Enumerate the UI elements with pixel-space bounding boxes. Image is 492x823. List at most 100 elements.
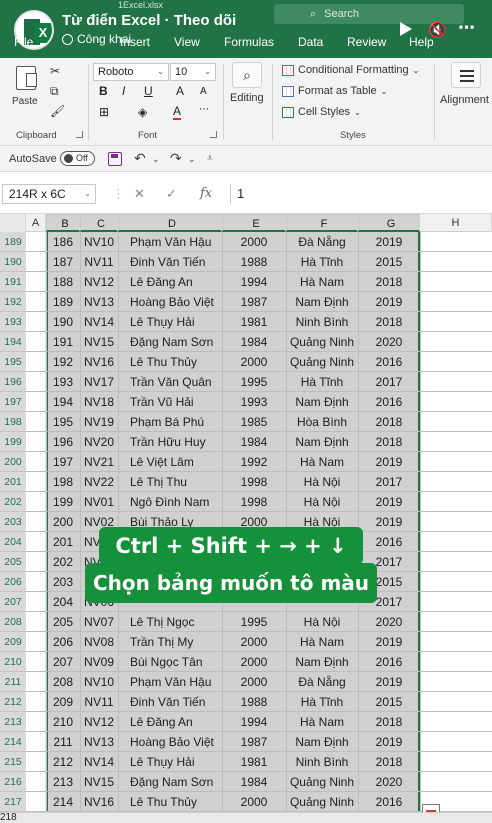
cell-f[interactable]: Hà Nam: [286, 712, 358, 732]
cell-g[interactable]: 2016: [358, 792, 420, 812]
tab-help[interactable]: Help: [409, 35, 434, 49]
cell-e[interactable]: 2000: [222, 652, 286, 672]
tab-review[interactable]: Review: [347, 35, 386, 49]
cell-b[interactable]: 204: [46, 592, 80, 612]
grow-font-button[interactable]: A: [176, 84, 184, 98]
font-size-select[interactable]: 10 ⌄: [170, 63, 216, 81]
cell-f[interactable]: Nam Định: [286, 432, 358, 452]
cell-d[interactable]: Đinh Văn Tiến: [130, 252, 222, 272]
autosave-toggle[interactable]: Off: [60, 151, 95, 166]
cell-b[interactable]: 188: [46, 272, 80, 292]
row-header[interactable]: 212: [0, 692, 26, 712]
cell-f[interactable]: Hà Tĩnh: [286, 692, 358, 712]
cell-b[interactable]: 198: [46, 472, 80, 492]
name-box[interactable]: 214R x 6C ⌄: [2, 184, 96, 204]
cell-c[interactable]: NV13: [80, 732, 118, 752]
cell-e[interactable]: 1994: [222, 712, 286, 732]
cell-c[interactable]: NV13: [80, 292, 118, 312]
cell-c[interactable]: NV18: [80, 392, 118, 412]
cell-g[interactable]: 2019: [358, 452, 420, 472]
bold-button[interactable]: B: [99, 84, 108, 98]
cell-d[interactable]: Lê Thu Thủy: [130, 792, 222, 812]
cell-b[interactable]: 187: [46, 252, 80, 272]
cell-e[interactable]: 1995: [222, 612, 286, 632]
row-header[interactable]: 205: [0, 552, 26, 572]
cell-e[interactable]: 1988: [222, 692, 286, 712]
redo-icon[interactable]: ↷: [170, 150, 182, 167]
column-header-c[interactable]: C: [80, 214, 118, 232]
cell-g[interactable]: 2015: [358, 692, 420, 712]
cell-d[interactable]: Lê Việt Lâm: [130, 452, 222, 472]
cell-b[interactable]: 209: [46, 692, 80, 712]
cell-c[interactable]: NV16: [80, 352, 118, 372]
cell-g[interactable]: 2016: [358, 352, 420, 372]
cell-f[interactable]: Nam Định: [286, 392, 358, 412]
tab-data[interactable]: Data: [298, 35, 323, 49]
row-header[interactable]: 199: [0, 432, 26, 452]
cell-f[interactable]: Ninh Bình: [286, 752, 358, 772]
save-icon[interactable]: [108, 152, 122, 166]
row-header[interactable]: 195: [0, 352, 26, 372]
row-header[interactable]: 208: [0, 612, 26, 632]
cell-c[interactable]: NV09: [80, 652, 118, 672]
cell-g[interactable]: 2020: [358, 612, 420, 632]
cell-g[interactable]: 2016: [358, 652, 420, 672]
cell-e[interactable]: 2000: [222, 352, 286, 372]
cell-d[interactable]: Phạm Bá Phú: [130, 412, 222, 432]
tab-formulas[interactable]: Formulas: [224, 35, 274, 49]
cell-b[interactable]: 213: [46, 772, 80, 792]
cell-b[interactable]: 202: [46, 552, 80, 572]
cell-d[interactable]: Lê Thụy Hải: [130, 312, 222, 332]
cell-d[interactable]: Lê Đăng An: [130, 272, 222, 292]
italic-button[interactable]: I: [122, 84, 125, 98]
row-header[interactable]: 207: [0, 592, 26, 612]
row-header[interactable]: 193: [0, 312, 26, 332]
cell-e[interactable]: 1994: [222, 272, 286, 292]
cell-b[interactable]: 194: [46, 392, 80, 412]
more-font-options-icon[interactable]: ⋯: [199, 104, 209, 115]
cell-e[interactable]: 1987: [222, 732, 286, 752]
cancel-icon[interactable]: ✕: [134, 186, 145, 202]
cell-b[interactable]: 200: [46, 512, 80, 532]
alignment-icon[interactable]: [451, 62, 481, 88]
cell-g[interactable]: 2017: [358, 372, 420, 392]
cell-c[interactable]: NV15: [80, 772, 118, 792]
cell-d[interactable]: Đặng Nam Sơn: [130, 332, 222, 352]
select-all-corner[interactable]: [0, 214, 26, 232]
cell-f[interactable]: Nam Định: [286, 732, 358, 752]
cell-b[interactable]: 199: [46, 492, 80, 512]
cell-f[interactable]: Quảng Ninh: [286, 772, 358, 792]
cell-b[interactable]: 212: [46, 752, 80, 772]
cell-e[interactable]: 1988: [222, 252, 286, 272]
cell-b[interactable]: 191: [46, 332, 80, 352]
cell-g[interactable]: 2016: [358, 392, 420, 412]
tab-file[interactable]: File: [14, 35, 33, 49]
cell-e[interactable]: 1981: [222, 312, 286, 332]
cell-g[interactable]: 2020: [358, 332, 420, 352]
cell-d[interactable]: Ngô Đình Nam: [130, 492, 222, 512]
cell-d[interactable]: Lê Thị Ngọc: [130, 612, 222, 632]
cell-c[interactable]: NV11: [80, 252, 118, 272]
cell-b[interactable]: 201: [46, 532, 80, 552]
row-header[interactable]: 202: [0, 492, 26, 512]
cell-f[interactable]: Quảng Ninh: [286, 332, 358, 352]
column-header-e[interactable]: E: [222, 214, 286, 232]
cell-e[interactable]: 1998: [222, 472, 286, 492]
editing-group-label[interactable]: Editing: [230, 92, 264, 104]
cell-d[interactable]: Lê Thị Thu: [130, 472, 222, 492]
undo-icon[interactable]: ↶: [134, 150, 146, 167]
cell-f[interactable]: Hà Tĩnh: [286, 372, 358, 392]
cell-b[interactable]: 193: [46, 372, 80, 392]
cell-e[interactable]: 1992: [222, 452, 286, 472]
cell-c[interactable]: NV14: [80, 752, 118, 772]
cell-d[interactable]: Đặng Nam Sơn: [130, 772, 222, 792]
cell-d[interactable]: Phạm Văn Hậu: [130, 232, 222, 252]
cell-g[interactable]: 2019: [358, 672, 420, 692]
row-header[interactable]: 211: [0, 672, 26, 692]
worksheet-grid[interactable]: 186 NV10 Phạm Văn Hậu 2000 Đà Nẵng 2019 187 NV1…: [26, 232, 492, 812]
cell-c[interactable]: NV12: [80, 272, 118, 292]
cell-b[interactable]: 190: [46, 312, 80, 332]
cell-f[interactable]: Hòa Bình: [286, 412, 358, 432]
cell-c[interactable]: NV21: [80, 452, 118, 472]
row-header[interactable]: 216: [0, 772, 26, 792]
